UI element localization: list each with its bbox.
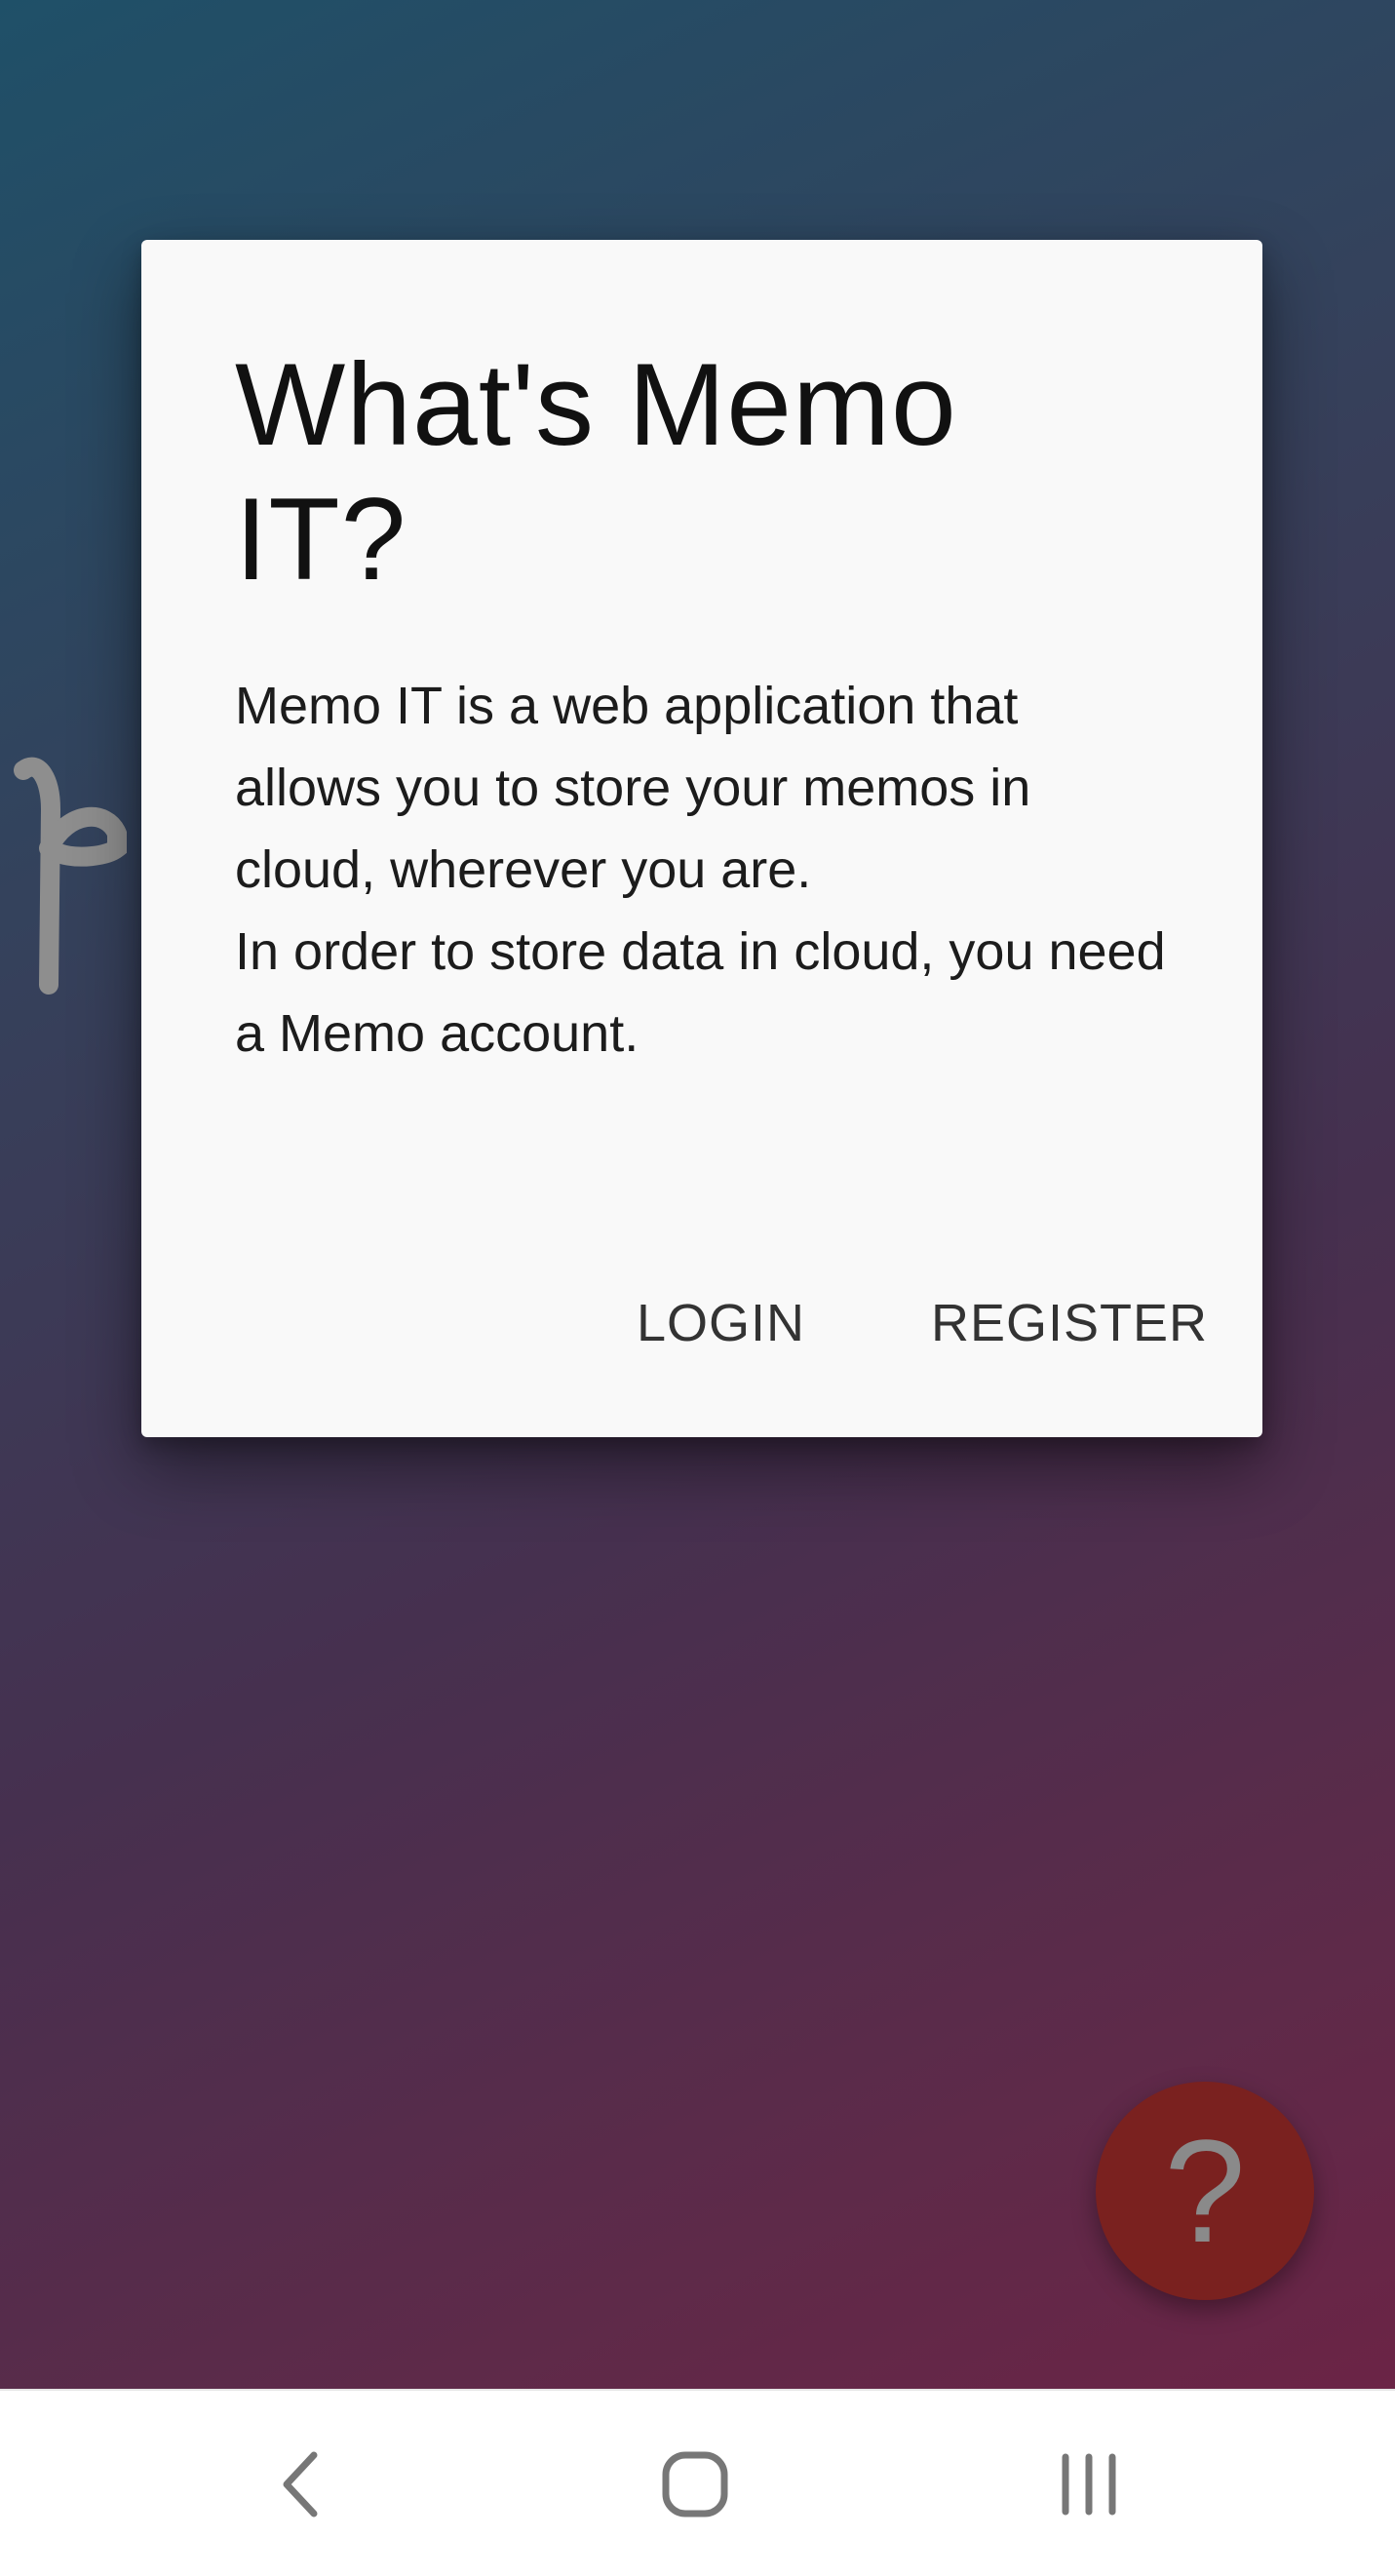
about-dialog: What's Memo IT? Memo IT is a web applica… (141, 240, 1262, 1437)
help-fab-button[interactable]: ? (1096, 2082, 1314, 2300)
recents-bars-icon (1062, 2453, 1116, 2516)
help-question-icon: ? (1164, 2109, 1246, 2273)
dialog-message-line: In order to store data in cloud, you nee… (235, 922, 1166, 1063)
app-screen: What's Memo IT? Memo IT is a web applica… (0, 0, 1395, 2576)
login-button[interactable]: LOGIN (637, 1293, 805, 1371)
dialog-message-line: Memo IT is a web application that allows… (235, 677, 1031, 899)
dialog-title: What's Memo IT? (235, 339, 957, 605)
memo-logo-partial (14, 757, 127, 995)
nav-recents-button[interactable] (1035, 2436, 1143, 2533)
dialog-message: Memo IT is a web application that allows… (235, 665, 1171, 1074)
back-chevron-icon (283, 2451, 318, 2517)
system-navigation-bar (0, 2389, 1395, 2576)
nav-home-button[interactable] (641, 2436, 749, 2533)
home-square-icon (662, 2451, 728, 2517)
register-button[interactable]: REGISTER (931, 1293, 1208, 1371)
nav-back-button[interactable] (249, 2436, 356, 2533)
